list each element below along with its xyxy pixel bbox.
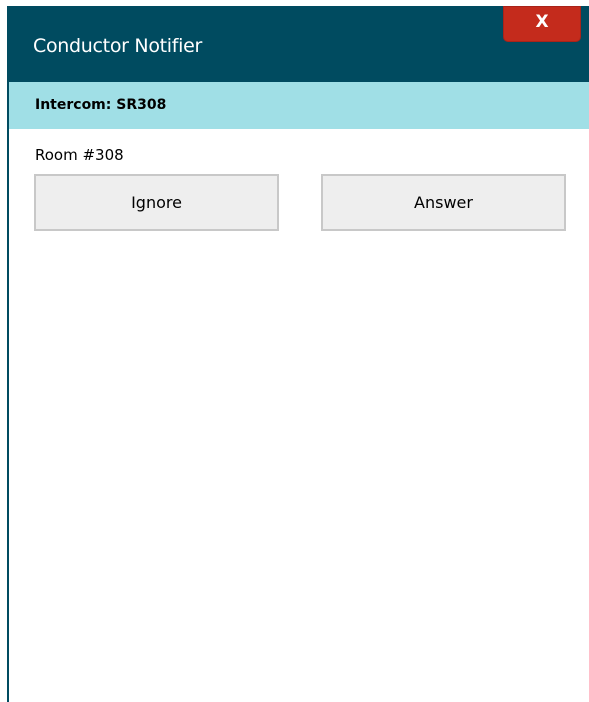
close-button[interactable]: X <box>503 6 581 42</box>
title-bar: Conductor Notifier X <box>7 6 589 82</box>
notifier-window: Conductor Notifier X Intercom: SR308 Roo… <box>0 0 589 702</box>
ignore-button[interactable]: Ignore <box>34 174 279 231</box>
window-left-border <box>7 82 9 702</box>
window-title: Conductor Notifier <box>33 35 203 57</box>
notification-header: Intercom: SR308 <box>9 82 589 129</box>
notification-title: Intercom: SR308 <box>35 97 167 113</box>
room-label: Room #308 <box>35 146 124 164</box>
close-icon: X <box>535 11 549 32</box>
answer-button[interactable]: Answer <box>321 174 566 231</box>
